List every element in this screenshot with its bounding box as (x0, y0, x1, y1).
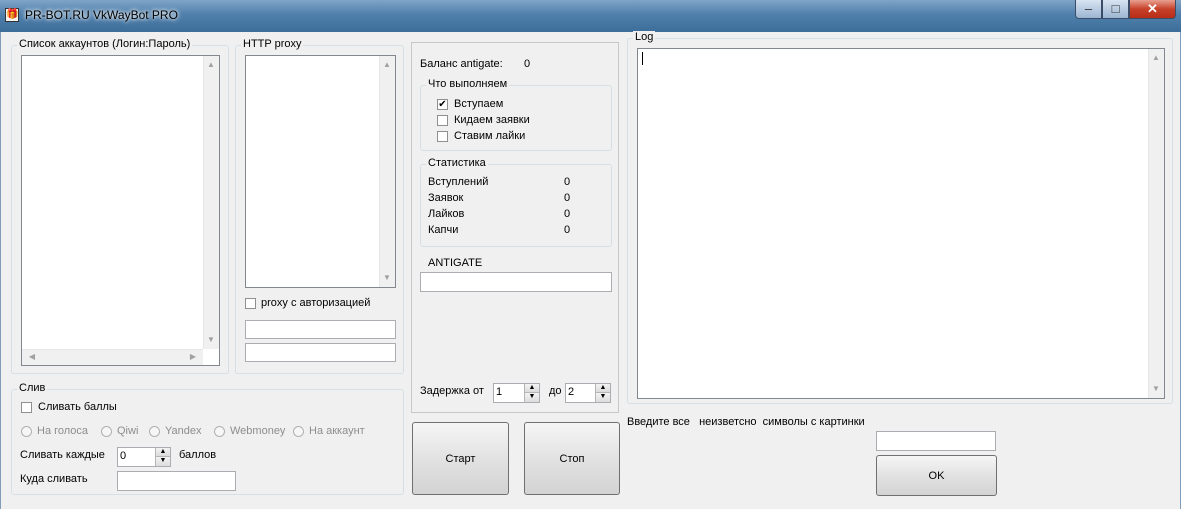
stop-button-label: Стоп (559, 452, 585, 465)
delay-to-spinner[interactable]: 2 ▲ ▼ (565, 383, 611, 403)
stat-requests-value: 0 (564, 192, 571, 204)
delay-to-value: 2 (568, 386, 575, 398)
log-group: Log ▲ ▼ (627, 31, 1173, 404)
minimize-button[interactable]: – (1075, 0, 1102, 19)
stat-joins-value: 0 (564, 176, 571, 188)
antigate-label: ANTIGATE (428, 257, 483, 269)
stats-group: Статистика Вступлений 0 Заявок 0 Лайков … (420, 157, 612, 247)
accounts-horizontal-scrollbar[interactable]: ◀ ▶ (22, 349, 203, 365)
delay-to-label: до (549, 385, 562, 397)
join-label: Вступаем (454, 98, 504, 110)
withdraw-where-input[interactable] (117, 471, 236, 491)
gift-icon: 🎁 (5, 8, 19, 22)
stat-captcha-value: 0 (564, 224, 571, 236)
proxy-login-input[interactable] (245, 320, 396, 339)
radio-qiwi[interactable] (101, 426, 112, 437)
withdraw-every-spinner[interactable]: 0 ▲ ▼ (117, 447, 171, 467)
spin-down-icon[interactable]: ▼ (155, 457, 170, 466)
accounts-legend: Список аккаунтов (Логин:Пароль) (17, 38, 193, 50)
main-window: Список аккаунтов (Логин:Пароль) ▲ ▼ ◀ ▶ … (0, 31, 1181, 509)
withdraw-every-value: 0 (120, 450, 127, 462)
proxy-vertical-scrollbar[interactable]: ▲ ▼ (379, 56, 395, 287)
withdraw-group: Слив Сливать баллы На голоса Qiwi Yandex… (11, 382, 404, 495)
withdraw-points-label: Сливать баллы (38, 401, 117, 413)
stat-likes-value: 0 (564, 208, 571, 220)
requests-label: Кидаем заявки (454, 114, 530, 126)
radio-account[interactable] (293, 426, 304, 437)
proxy-group: HTTP proxy ▲ ▼ proxy с авторизацией (235, 38, 404, 374)
withdraw-legend: Слив (17, 382, 48, 394)
radio-qiwi-label: Qiwi (117, 425, 139, 437)
radio-yandex-label: Yandex (165, 425, 202, 437)
actions-group: Что выполняем ✔ Вступаем Кидаем заявки С… (420, 78, 612, 151)
balance-label: Баланс antigate: (420, 58, 503, 70)
title-bar[interactable]: 🎁 PR-BOT.RU VkWayBot PRO – □ ✕ (0, 0, 1181, 32)
delay-from-label: Задержка от (420, 385, 484, 397)
stat-likes-label: Лайков (428, 208, 465, 220)
requests-checkbox[interactable] (437, 115, 448, 126)
captcha-prompt: Введите все неизветсно символы с картинк… (627, 416, 865, 428)
delay-from-value: 1 (496, 386, 503, 398)
log-textarea[interactable]: ▲ ▼ (637, 48, 1165, 399)
accounts-vertical-scrollbar[interactable]: ▲ ▼ (203, 56, 219, 349)
spin-up-icon[interactable]: ▲ (524, 384, 539, 393)
start-button[interactable]: Старт (412, 422, 509, 495)
spin-down-icon[interactable]: ▼ (595, 393, 610, 402)
radio-webmoney[interactable] (214, 426, 225, 437)
proxy-password-input[interactable] (245, 343, 396, 362)
withdraw-points-checkbox[interactable] (21, 402, 32, 413)
proxy-legend: HTTP proxy (241, 38, 304, 50)
scroll-up-icon[interactable]: ▲ (379, 58, 395, 72)
spin-up-icon[interactable]: ▲ (595, 384, 610, 393)
balance-value: 0 (524, 58, 531, 70)
antigate-key-input[interactable] (420, 272, 612, 292)
stat-requests-label: Заявок (428, 192, 464, 204)
actions-legend: Что выполняем (426, 78, 510, 90)
stop-button[interactable]: Стоп (524, 422, 620, 495)
join-checkbox[interactable]: ✔ (437, 99, 448, 110)
scroll-down-icon[interactable]: ▼ (203, 333, 219, 347)
scroll-left-icon[interactable]: ◀ (24, 350, 40, 364)
radio-votes[interactable] (21, 426, 32, 437)
scroll-down-icon[interactable]: ▼ (1148, 382, 1164, 396)
proxy-textarea[interactable]: ▲ ▼ (245, 55, 396, 288)
proxy-auth-checkbox[interactable] (245, 298, 256, 309)
log-legend: Log (633, 31, 656, 43)
accounts-textarea[interactable]: ▲ ▼ ◀ ▶ (21, 55, 220, 366)
ok-button[interactable]: OK (876, 455, 997, 496)
scroll-right-icon[interactable]: ▶ (185, 350, 201, 364)
stat-joins-label: Вступлений (428, 176, 489, 188)
accounts-group: Список аккаунтов (Логин:Пароль) ▲ ▼ ◀ ▶ (11, 38, 229, 374)
window-title: PR-BOT.RU VkWayBot PRO (25, 8, 178, 22)
radio-webmoney-label: Webmoney (230, 425, 286, 437)
start-button-label: Старт (445, 452, 476, 465)
scroll-up-icon[interactable]: ▲ (1148, 51, 1164, 65)
delay-from-spinner[interactable]: 1 ▲ ▼ (493, 383, 540, 403)
spin-down-icon[interactable]: ▼ (524, 393, 539, 402)
stat-captcha-label: Капчи (428, 224, 459, 236)
ok-button-label: OK (928, 469, 945, 482)
spin-up-icon[interactable]: ▲ (155, 448, 170, 457)
scroll-up-icon[interactable]: ▲ (203, 58, 219, 72)
text-cursor (642, 52, 643, 65)
withdraw-every-label: Сливать каждые (20, 449, 105, 461)
close-button[interactable]: ✕ (1129, 0, 1176, 19)
stats-legend: Статистика (426, 157, 488, 169)
captcha-input[interactable] (876, 431, 996, 451)
withdraw-where-label: Куда сливать (20, 473, 88, 485)
proxy-auth-label: proxy с авторизацией (261, 297, 371, 309)
settings-panel: Баланс antigate: 0 Что выполняем ✔ Вступ… (411, 42, 619, 413)
radio-votes-label: На голоса (37, 425, 89, 437)
maximize-button[interactable]: □ (1102, 0, 1129, 19)
log-vertical-scrollbar[interactable]: ▲ ▼ (1148, 49, 1164, 398)
likes-label: Ставим лайки (454, 130, 526, 142)
points-label: баллов (179, 449, 217, 461)
radio-account-label: На аккаунт (309, 425, 365, 437)
scroll-down-icon[interactable]: ▼ (379, 271, 395, 285)
likes-checkbox[interactable] (437, 131, 448, 142)
radio-yandex[interactable] (149, 426, 160, 437)
